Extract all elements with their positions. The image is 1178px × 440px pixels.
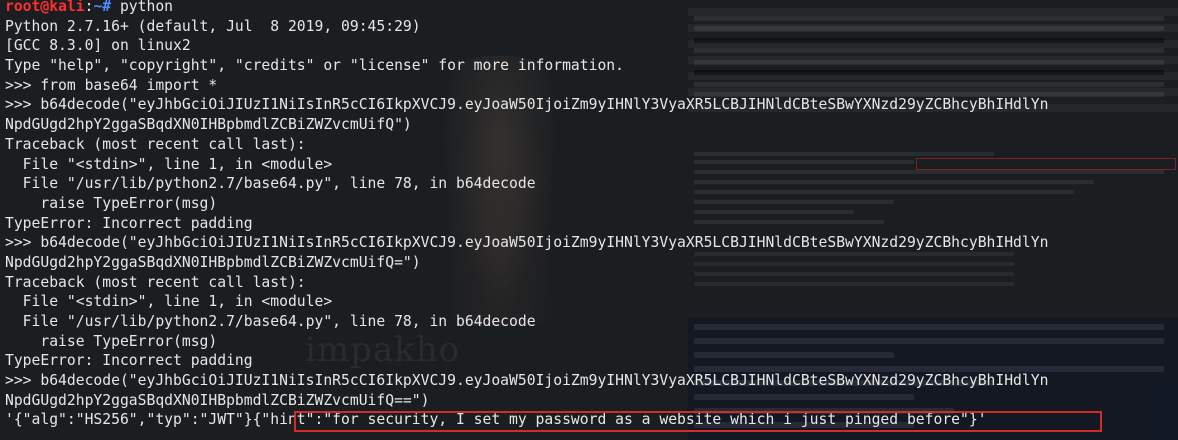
terminal-output: root@kali:~# python Python 2.7.16+ (defa… [5,0,1178,430]
terminal-line: TypeError: Incorrect padding [5,214,253,232]
terminal-line: NpdGUgd2hpY2ggaSBqdXN0IHBpbmdlZCBiZWZvcm… [5,116,412,134]
prompt-path: ~# [93,0,120,15]
prompt-command: python [119,0,174,15]
decoded-output-line: '{"alg":"HS256","typ":"JWT"}{"hint":"for… [5,411,987,429]
shell-prompt-line: root@kali:~# python [5,0,1178,17]
terminal-window[interactable]: impakho root@kali:~# python Python 2.7.1… [0,0,1178,440]
terminal-line: >>> from base64 import * [5,76,218,94]
terminal-line: raise TypeError(msg) [5,194,218,212]
terminal-line: File "/usr/lib/python2.7/base64.py", lin… [5,313,536,330]
terminal-line: File "<stdin>", line 1, in <module> [5,155,333,173]
prompt-user-host: root@kali [5,0,85,15]
terminal-line: File "/usr/lib/python2.7/base64.py", lin… [5,175,536,193]
terminal-line: TypeError: Incorrect padding [5,352,253,370]
terminal-line: >>> b64decode("eyJhbGciOiJIUzI1NiIsInR5c… [5,372,1049,390]
terminal-line: Python 2.7.16+ (default, Jul 8 2019, 09:… [5,17,421,35]
terminal-line: NpdGUgd2hpY2ggaSBqdXN0IHBpbmdlZCBiZWZvcm… [5,253,421,271]
terminal-line: >>> b64decode("eyJhbGciOiJIUzI1NiIsInR5c… [5,234,1049,252]
terminal-line: Traceback (most recent call last): [5,135,306,153]
terminal-line: NpdGUgd2hpY2ggaSBqdXN0IHBpbmdlZCBiZWZvcm… [5,391,430,409]
terminal-line: raise TypeError(msg) [5,332,218,350]
terminal-line: [GCC 8.3.0] on linux2 [5,37,191,55]
terminal-line: >>> b64decode("eyJhbGciOiJIUzI1NiIsInR5c… [5,96,1049,114]
terminal-line: File "<stdin>", line 1, in <module> [5,293,333,311]
terminal-line: Type "help", "copyright", "credits" or "… [5,57,624,75]
terminal-line: Traceback (most recent call last): [5,273,306,291]
